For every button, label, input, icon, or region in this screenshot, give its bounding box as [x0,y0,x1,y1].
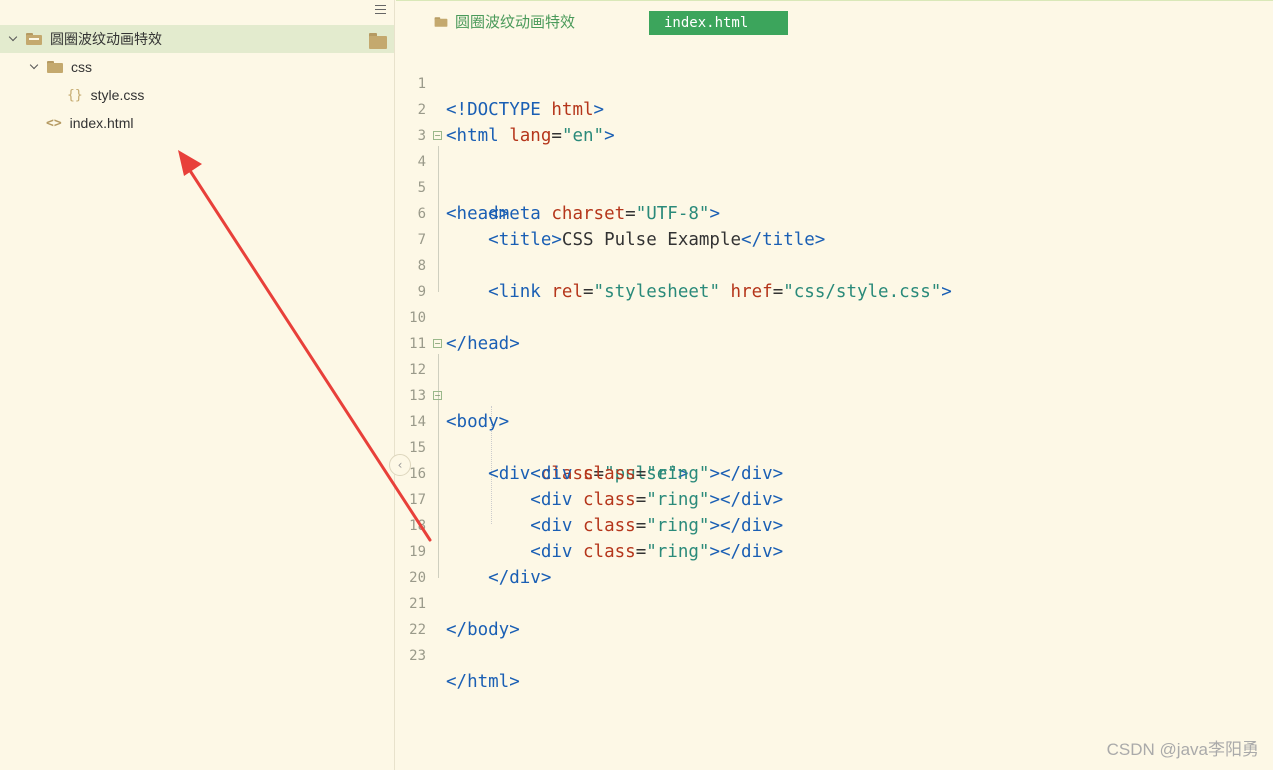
folder-icon [434,16,448,27]
code-line: 11 [409,336,426,352]
code-line: 6 <title>CSS Pulse Example</title> [396,175,1273,250]
code-line: 2 <html lang="en"> [396,71,1273,146]
braces-icon: {} [67,87,83,103]
code-line: 20 [409,570,426,586]
chevron-down-icon[interactable] [8,33,20,45]
breadcrumb[interactable]: 圆圈波纹动画特效 [433,11,575,32]
project-folder-icon [26,33,42,45]
tree-item-label: style.css [90,87,145,103]
sidebar-header [0,0,394,24]
file-explorer-sidebar: 圆圈波纹动画特效 css {} style.css <> index.html [0,0,395,770]
code-line: 16 <div class="ring"></div> [396,435,1273,510]
tree-item-style-css[interactable]: {} style.css [0,81,394,109]
chevron-down-icon[interactable] [29,61,41,73]
code-line: 5 <meta charset="UTF-8"> [396,149,1273,224]
code-line: 14 − <div class="pulse"> [396,383,1273,484]
tab-index-html[interactable]: index.html [649,11,788,35]
code-line: 13 [409,388,426,404]
code-icon: <> [46,115,62,131]
project-name: 圆圈波纹动画特效 [50,31,162,47]
code-line: 23 </html> [396,617,1273,692]
fold-toggle[interactable]: − [433,391,442,400]
code-line: 1 <!DOCTYPE html> [396,45,1273,120]
collapse-sidebar-button[interactable]: ‹ [389,454,411,476]
folder-icon[interactable] [369,33,387,49]
tree-item-label: css [71,59,92,75]
code-line: 15 <div class="ring"></div> [396,409,1273,484]
code-line: 19 </div> [396,513,1273,588]
tree-item-css-folder[interactable]: css [0,53,394,81]
editor-top-border [396,0,1273,1]
code-line: 8 <link rel="stylesheet" href="css/style… [396,227,1273,302]
folder-icon [47,61,63,73]
code-line: 12 − <body> [396,331,1273,432]
code-line: 3 [417,128,426,144]
chevron-left-icon: ‹ [397,458,403,472]
code-line: 7 [417,232,426,248]
hamburger-menu-icon[interactable] [375,5,386,15]
breadcrumb-project: 圆圈波纹动画特效 [455,14,576,31]
code-line: 4 − <head> [396,123,1273,224]
code-editor[interactable]: 圆圈波纹动画特效 index.html 1 <!DOCTYPE html> 2 … [396,0,1273,770]
code-line: 18 <div class="ring"></div> [396,487,1273,562]
code-line: 21 </body> [396,565,1273,640]
code-content: </html> [446,672,520,692]
tree-item-project[interactable]: 圆圈波纹动画特效 [0,25,394,53]
code-line: 10 </head> [396,279,1273,354]
code-line: 9 [417,284,426,300]
fold-toggle[interactable]: − [433,131,442,140]
fold-toggle[interactable]: − [433,339,442,348]
code-line: 17 <div class="ring"></div> [396,461,1273,536]
code-line: 22 [409,622,426,638]
watermark: CSDN @java李阳勇 [1106,740,1259,759]
tree-item-index-html[interactable]: <> index.html [0,109,394,137]
tree-item-label: index.html [69,115,134,131]
